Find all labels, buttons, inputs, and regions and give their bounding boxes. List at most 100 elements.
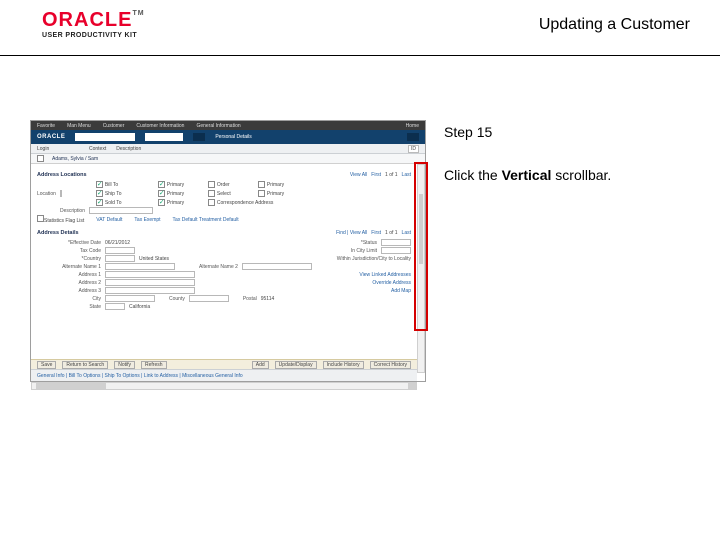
- link[interactable]: Add Map: [391, 288, 411, 294]
- city-field[interactable]: [105, 295, 155, 302]
- horizontal-scrollbar[interactable]: [31, 382, 417, 390]
- save-button[interactable]: Save: [37, 361, 56, 369]
- subbar-tag: ID: [408, 145, 419, 153]
- form-content: Address Locations View All First 1 of 1 …: [31, 164, 417, 359]
- expand-icon[interactable]: [37, 155, 44, 162]
- country-field[interactable]: [105, 255, 135, 262]
- address1-field[interactable]: [105, 271, 195, 278]
- home-link[interactable]: Home: [406, 123, 419, 129]
- search-value[interactable]: [145, 133, 183, 141]
- checkbox-grid: Bill To Primary Order Primary Ship To Pr…: [96, 181, 417, 206]
- appbar-action[interactable]: [407, 133, 419, 141]
- subbar-label: Description: [116, 146, 141, 152]
- checkbox-label: Correspondence Address: [217, 200, 273, 206]
- altname1-field[interactable]: [105, 263, 175, 270]
- incity-field[interactable]: [381, 247, 411, 254]
- checkbox[interactable]: [158, 181, 165, 188]
- tabstrip: Adams, Sylvia / Sam: [31, 154, 425, 164]
- checkbox[interactable]: [96, 199, 103, 206]
- field-label: Alternate Name 1: [37, 264, 101, 270]
- menu-item[interactable]: Man Menu: [67, 123, 91, 129]
- subbar-label: Login: [37, 146, 79, 152]
- checkbox[interactable]: [96, 181, 103, 188]
- menu-item[interactable]: Favorite: [37, 123, 55, 129]
- screenshot-panel: Favorite Man Menu Customer Customer Info…: [30, 120, 426, 382]
- first-link[interactable]: First: [371, 230, 381, 236]
- checkbox-label: Ship To: [105, 191, 122, 197]
- find-link[interactable]: Find | View All: [336, 230, 367, 236]
- scroll-right-icon[interactable]: [408, 383, 416, 389]
- correct-history-button[interactable]: Correct History: [370, 361, 411, 369]
- scrollbar-thumb[interactable]: [419, 194, 423, 264]
- instruction-suffix: scrollbar.: [551, 167, 611, 183]
- page: ORACLETM USER PRODUCTIVITY KIT Updating …: [0, 0, 720, 540]
- altname2-field[interactable]: [242, 263, 312, 270]
- tax-code-field[interactable]: [105, 247, 135, 254]
- checkbox-label: Primary: [267, 191, 284, 197]
- include-history-button[interactable]: Include History: [323, 361, 364, 369]
- address3-field[interactable]: [105, 287, 195, 294]
- link[interactable]: View Linked Addresses: [359, 272, 411, 278]
- vertical-scrollbar[interactable]: [417, 164, 425, 373]
- brand-tm: TM: [132, 10, 144, 17]
- description-field[interactable]: [89, 207, 153, 214]
- location-field[interactable]: [60, 190, 62, 197]
- checkbox[interactable]: [208, 190, 215, 197]
- state-field[interactable]: [105, 303, 125, 310]
- screenshot: Favorite Man Menu Customer Customer Info…: [30, 120, 426, 382]
- field-label: State: [37, 304, 101, 310]
- checkbox[interactable]: [37, 215, 44, 222]
- field-label: Location: [37, 191, 56, 197]
- logo: ORACLETM USER PRODUCTIVITY KIT: [42, 10, 145, 39]
- search-icon[interactable]: [193, 133, 205, 141]
- field-label: Alternate Name 2: [199, 264, 238, 270]
- checkbox-label: Primary: [167, 191, 184, 197]
- menu-item[interactable]: Customer: [103, 123, 125, 129]
- link[interactable]: Override Address: [372, 280, 411, 286]
- section-title: Address Locations: [37, 172, 87, 178]
- subbar: Login Context Description ID: [31, 144, 425, 154]
- add-button[interactable]: Add: [252, 361, 269, 369]
- appbar-brand: ORACLE: [37, 134, 65, 140]
- checkbox[interactable]: [158, 199, 165, 206]
- link[interactable]: Tax Default Treatment Default: [173, 217, 239, 223]
- menu-item[interactable]: General Information: [196, 123, 240, 129]
- update-button[interactable]: Update/Display: [275, 361, 317, 369]
- checkbox[interactable]: [208, 199, 215, 206]
- status-links[interactable]: General Info | Bill To Options | Ship To…: [37, 373, 243, 379]
- search-input[interactable]: [75, 133, 135, 141]
- last-link[interactable]: Last: [402, 172, 411, 178]
- brand-subtitle: USER PRODUCTIVITY KIT: [42, 32, 145, 39]
- effective-date-value: 06/21/2012: [105, 240, 130, 246]
- button-bar: Save Return to Search Notify Refresh Add…: [31, 359, 417, 369]
- return-button[interactable]: Return to Search: [62, 361, 108, 369]
- link[interactable]: VAT Default: [96, 217, 122, 223]
- checkbox[interactable]: [258, 181, 265, 188]
- checkbox[interactable]: [208, 181, 215, 188]
- body: Favorite Man Menu Customer Customer Info…: [30, 120, 698, 382]
- field-label: *Status: [277, 240, 377, 246]
- scrollbar-thumb[interactable]: [36, 383, 106, 389]
- checkbox[interactable]: [258, 190, 265, 197]
- checkbox-label: Statistics Flag List: [44, 218, 84, 224]
- instruction-prefix: Click the: [444, 167, 502, 183]
- menu-item[interactable]: Customer Information: [136, 123, 184, 129]
- subbar-label: Context: [89, 146, 106, 152]
- instruction-target: Vertical: [502, 167, 552, 183]
- link[interactable]: Tax Exempt: [134, 217, 160, 223]
- checkbox[interactable]: [96, 190, 103, 197]
- step-label: Step 15: [444, 120, 698, 145]
- appbar: ORACLE Personal Details: [31, 130, 425, 144]
- notify-button[interactable]: Notify: [114, 361, 135, 369]
- view-all-link[interactable]: View All: [350, 172, 367, 178]
- last-link[interactable]: Last: [402, 230, 411, 236]
- county-field[interactable]: [189, 295, 229, 302]
- header: ORACLETM USER PRODUCTIVITY KIT Updating …: [0, 10, 720, 56]
- checkbox-label: Primary: [167, 200, 184, 206]
- address2-field[interactable]: [105, 279, 195, 286]
- status-field[interactable]: [381, 239, 411, 246]
- refresh-button[interactable]: Refresh: [141, 361, 167, 369]
- checkbox-label: Select: [217, 191, 231, 197]
- checkbox[interactable]: [158, 190, 165, 197]
- first-link[interactable]: First: [371, 172, 381, 178]
